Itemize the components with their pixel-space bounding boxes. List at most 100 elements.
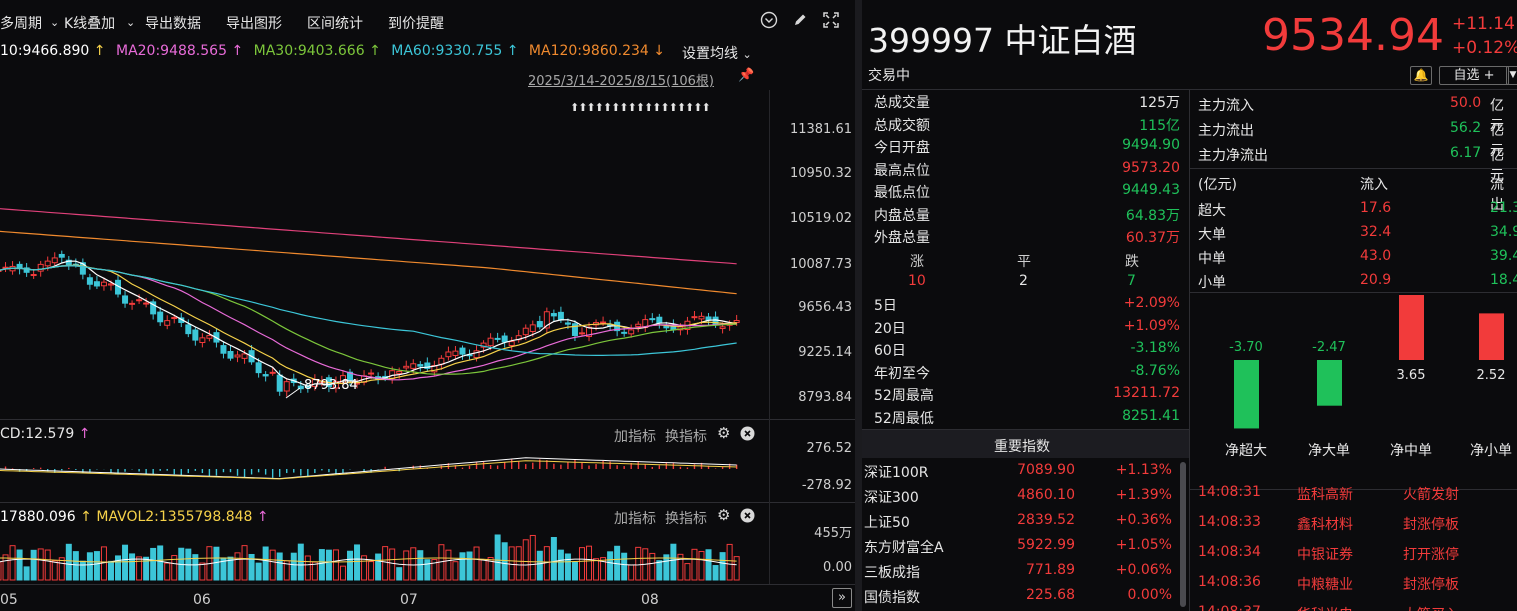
perf-row-value: 8251.41 (1122, 407, 1180, 424)
index-name: 国债指数 (864, 590, 920, 606)
volume-bar (571, 561, 578, 581)
candle-body (199, 337, 206, 343)
candle-body (220, 345, 227, 354)
quote-row: 今日开盘 9494.90 (874, 137, 1180, 159)
ticker-row[interactable]: 14:08:33 鑫科材料 封涨停板 (1198, 514, 1517, 544)
volume-bar (424, 559, 431, 581)
volume-bar (23, 566, 30, 581)
volume-bar (93, 551, 100, 581)
quote-panel: 399997 中证白酒 9534.94 +11.14 +0.12% 交易中 🔔 … (862, 0, 1517, 611)
flow-table-in: 32.4 (1360, 224, 1392, 240)
candle-body (234, 354, 241, 358)
price-axis-label: 10950.32 (789, 166, 852, 181)
panel-divider[interactable] (855, 0, 862, 611)
index-row[interactable]: 深证100R 7089.90 +1.13% (862, 462, 1180, 487)
index-row[interactable]: 东方财富全A 5922.99 +1.05% (862, 537, 1180, 562)
volume-bar (712, 565, 719, 581)
candle-body (44, 260, 51, 267)
ticker-stock: 鑫科材料 (1297, 517, 1353, 533)
candle-body (417, 364, 424, 367)
ticker-row[interactable]: 14:08:34 中银证券 打开涨停 (1198, 544, 1517, 574)
quote-row-label: 最低点位 (874, 185, 930, 201)
export-data-button[interactable]: 导出数据 (145, 13, 201, 33)
net-flow-value: -2.47 (1312, 340, 1346, 355)
ma-settings-button[interactable]: 设置均线 ⌄ (682, 43, 752, 63)
volume-bar (452, 561, 459, 581)
index-price: 2839.52 (1017, 512, 1075, 528)
volume-bar (122, 544, 129, 581)
expand-right-button[interactable]: » (832, 588, 852, 608)
volume-bar (290, 552, 297, 581)
index-row[interactable]: 三板成指 771.89 +0.06% (862, 562, 1180, 587)
flow-table-label: 大单 (1198, 227, 1226, 243)
switch-indicator-button[interactable]: 换指标 (665, 508, 707, 528)
candle-body (459, 347, 466, 355)
watchlist-dropdown-icon[interactable]: ▼ (1506, 66, 1517, 85)
perf-row-label: 20日 (874, 320, 906, 337)
x-axis-label: 08 (641, 592, 659, 608)
add-watchlist-button[interactable]: 自选 + (1439, 66, 1509, 85)
flow-table-in-header: 流入 (1360, 177, 1388, 193)
gear-icon[interactable]: ⚙ (717, 424, 730, 442)
export-image-button[interactable]: 导出图形 (226, 13, 282, 33)
collapse-circle-icon[interactable] (760, 11, 778, 33)
chevron-down-icon[interactable]: ⌄ (126, 16, 135, 29)
pin-icon[interactable]: 📌 (738, 68, 754, 83)
candle-body (192, 329, 199, 341)
volume-bar (410, 547, 417, 581)
switch-indicator-button[interactable]: 换指标 (665, 426, 707, 446)
close-icon[interactable] (740, 426, 755, 445)
bell-icon[interactable]: 🔔 (1410, 66, 1432, 85)
candle-body (550, 313, 557, 317)
gear-icon[interactable]: ⚙ (717, 506, 730, 524)
multi-period-menu[interactable]: 多周期 (0, 13, 42, 33)
fall-count: 7 (1127, 273, 1136, 289)
net-flow-value: 3.65 (1396, 368, 1426, 383)
quote-row: 最低点位 9449.43 (874, 182, 1180, 204)
volume-bar (389, 548, 396, 581)
draw-pen-icon[interactable] (792, 12, 808, 32)
index-row[interactable]: 深证300 4860.10 +1.39% (862, 487, 1180, 512)
price-axis-label: 9225.14 (798, 345, 852, 360)
ticker-stock: 中粮糖业 (1297, 577, 1353, 593)
volume-bar (684, 563, 691, 581)
perf-row-label: 年初至今 (874, 365, 930, 382)
quote-row-value: 9494.90 (1122, 137, 1180, 153)
macd-legend: CD:12.579 ↑ (0, 426, 90, 442)
volume-bar (621, 552, 628, 581)
ma30-value: MA30:9403.666 (253, 43, 365, 59)
price-alert-button[interactable]: 到价提醒 (388, 13, 444, 33)
indices-scrollbar[interactable] (1180, 462, 1186, 607)
candle-body (635, 323, 642, 328)
index-change: +0.36% (1115, 512, 1172, 528)
close-icon[interactable] (740, 508, 755, 527)
ticker-row[interactable]: 14:08:36 中粮糖业 封涨停板 (1198, 574, 1517, 604)
fullscreen-icon[interactable] (822, 11, 840, 33)
rise-label: 涨 (910, 254, 924, 270)
price-axis-label: 8793.84 (798, 390, 852, 405)
candle-body (136, 299, 143, 302)
chevron-down-icon[interactable]: ⌄ (50, 16, 59, 29)
volume-bar (332, 549, 339, 581)
ticker-row[interactable]: 14:08:31 监科高新 火箭发射 (1198, 484, 1517, 514)
candle-body (269, 371, 276, 374)
volume-bar (79, 560, 86, 581)
index-row[interactable]: 国债指数 225.68 0.00% (862, 587, 1180, 611)
flow-table-label: 中单 (1198, 251, 1226, 267)
candle-body (557, 311, 564, 321)
index-change: +1.39% (1115, 487, 1172, 503)
perf-row: 年初至今 -8.76% (874, 363, 1180, 385)
index-change: +1.05% (1115, 537, 1172, 553)
volume-bar (663, 554, 670, 581)
volume-bar (670, 543, 677, 581)
index-row[interactable]: 上证50 2839.52 +0.36% (862, 512, 1180, 537)
add-indicator-button[interactable]: 加指标 (614, 508, 656, 528)
range-stats-button[interactable]: 区间统计 (307, 13, 363, 33)
kline-overlay-menu[interactable]: K线叠加 (64, 13, 115, 33)
price-change-pct: +0.12% (1452, 38, 1517, 58)
ticker-row[interactable]: 14:08:37 华科光电 大笔买入 (1198, 604, 1517, 611)
flow-label: 主力流出 (1198, 123, 1254, 139)
volume-bar (649, 552, 656, 581)
net-flow-bar (1234, 360, 1259, 429)
add-indicator-button[interactable]: 加指标 (614, 426, 656, 446)
